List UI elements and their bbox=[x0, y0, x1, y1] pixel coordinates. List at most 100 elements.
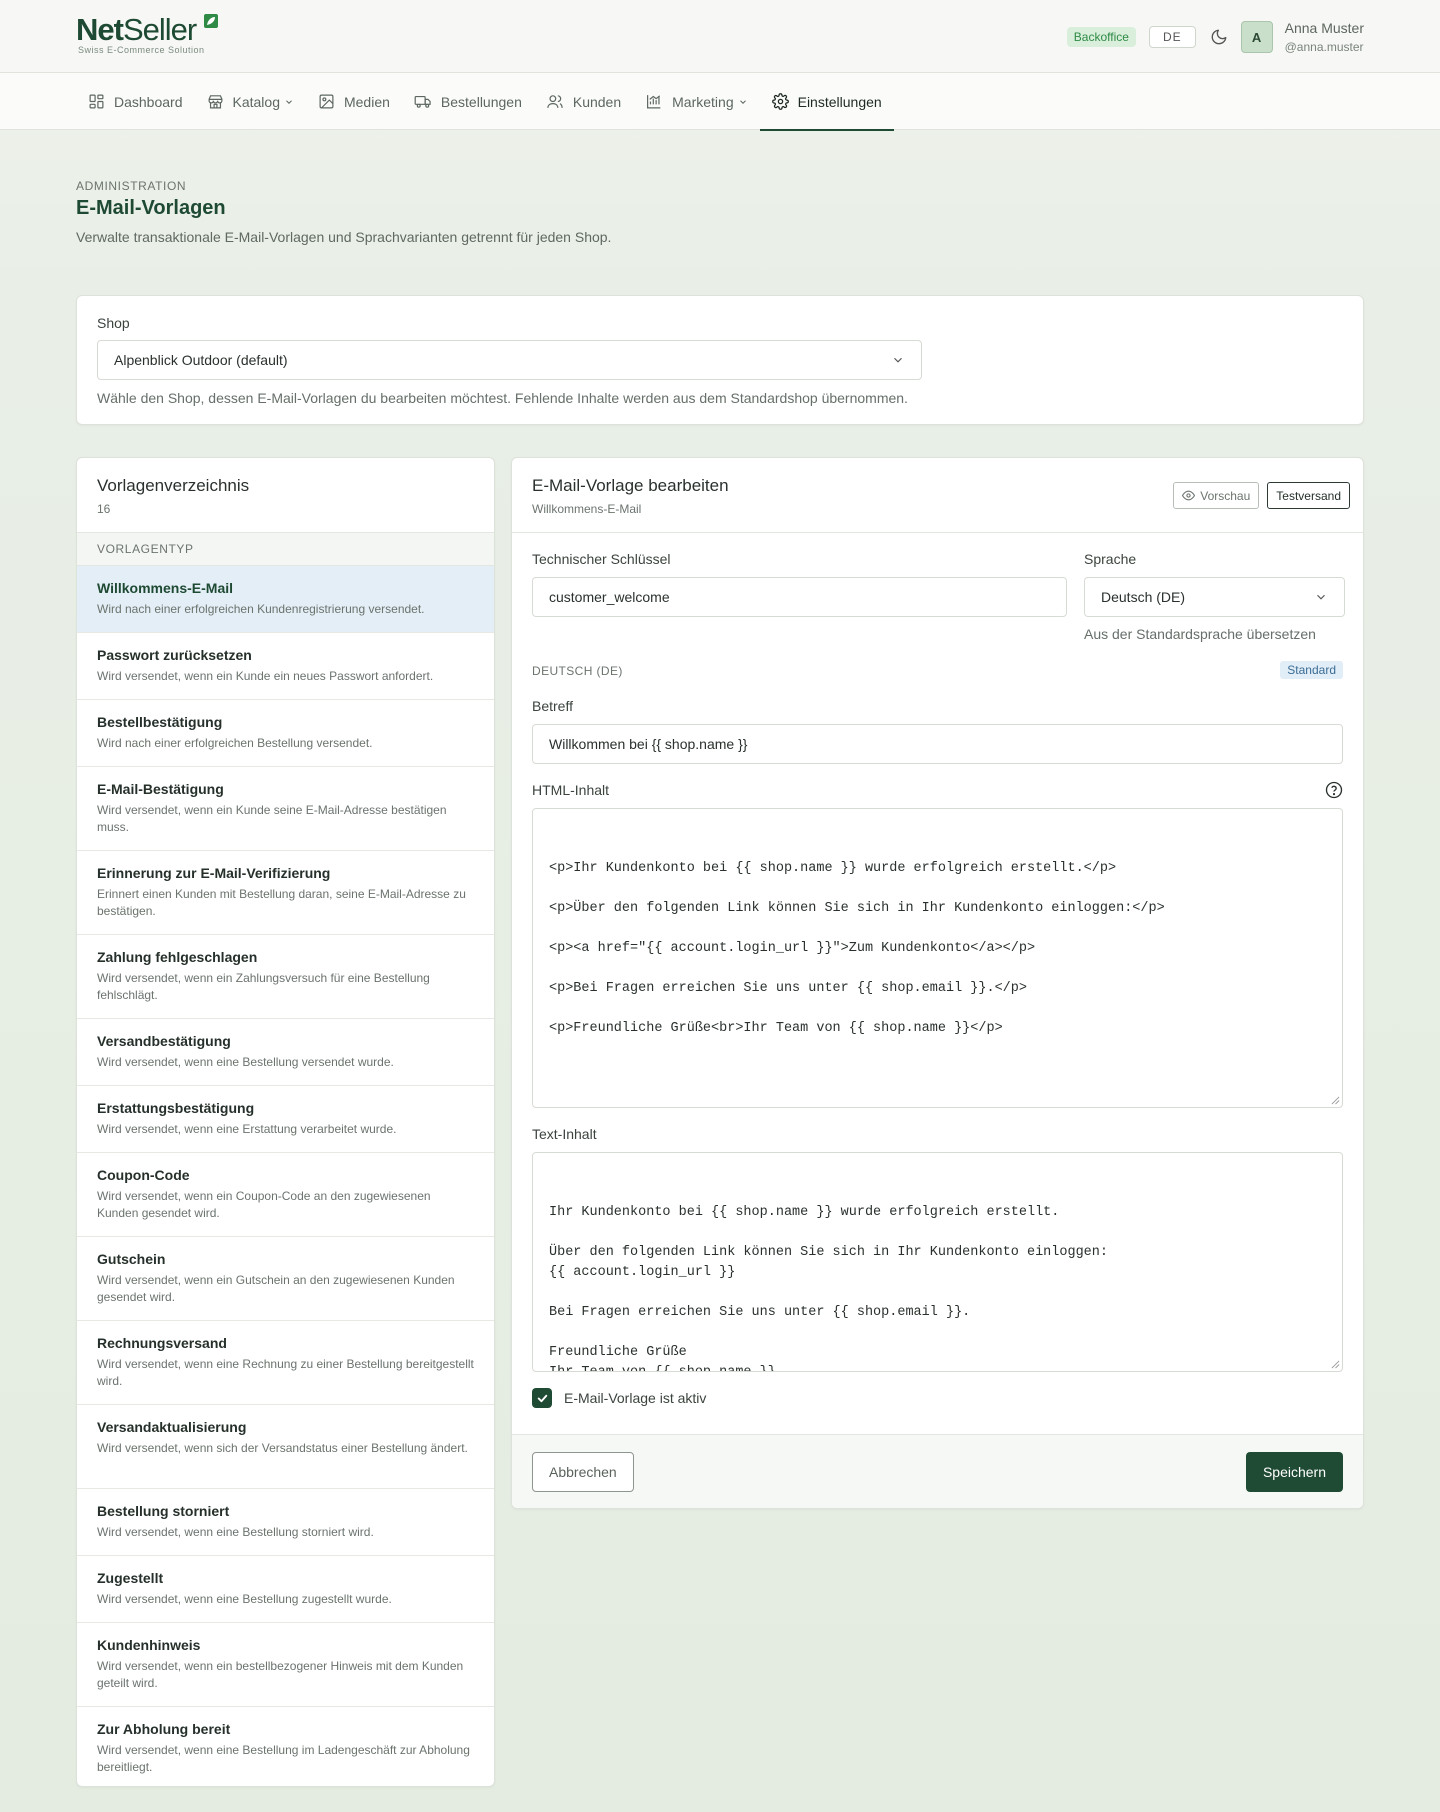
text-content-text: Ihr Kundenkonto bei {{ shop.name }} wurd… bbox=[549, 1205, 1108, 1371]
html-content-editor[interactable]: <p>Ihr Kundenkonto bei {{ shop.name }} w… bbox=[532, 808, 1343, 1108]
cancel-button[interactable]: Abbrechen bbox=[532, 1452, 634, 1492]
nav-item-katalog[interactable]: Katalog bbox=[195, 73, 306, 130]
template-list-item[interactable]: Versandaktualisierung Wird versendet, wen… bbox=[77, 1405, 494, 1489]
logo[interactable]: NetSeller Swiss E-Commerce Solution bbox=[76, 14, 218, 55]
shop-select[interactable]: Alpenblick Outdoor (default) bbox=[97, 340, 922, 380]
shop-help-text: Wähle den Shop, dessen E-Mail-Vorlagen d… bbox=[97, 390, 908, 406]
preview-button[interactable]: Vorschau bbox=[1173, 482, 1260, 509]
page-description: Verwalte transaktionale E-Mail-Vorlagen … bbox=[76, 229, 612, 245]
editor-footer: Abbrechen Speichern bbox=[512, 1434, 1363, 1508]
template-description: Wird nach einer erfolgreichen Kundenregi… bbox=[97, 602, 425, 616]
nav-item-medien[interactable]: Medien bbox=[306, 73, 402, 130]
template-description: Wird versendet, wenn eine Bestellung sto… bbox=[97, 1525, 374, 1539]
template-name: Kundenhinweis bbox=[97, 1637, 201, 1653]
resize-handle-icon[interactable] bbox=[1331, 1360, 1340, 1369]
template-list-item[interactable]: Versandbestätigung Wird versendet, wenn e… bbox=[77, 1019, 494, 1086]
users-icon bbox=[547, 95, 563, 108]
nav-label: Medien bbox=[343, 93, 390, 110]
template-name: Gutschein bbox=[97, 1251, 166, 1267]
language-label: Sprache bbox=[1084, 551, 1137, 567]
shop-label: Shop bbox=[97, 315, 130, 331]
nav-item-kunden[interactable]: Kunden bbox=[534, 73, 633, 130]
template-editor: E-Mail-Vorlage bearbeiten Willkommens-E-… bbox=[511, 457, 1364, 1509]
template-description: Wird versendet, wenn eine Bestellung ver… bbox=[97, 1055, 394, 1069]
template-list-item[interactable]: Bestellung storniert Wird versendet, wenn… bbox=[77, 1489, 494, 1556]
user-info[interactable]: Anna Muster @anna.muster bbox=[1285, 18, 1364, 56]
translate-link[interactable]: Aus der Standardsprache übersetzen bbox=[1084, 626, 1316, 642]
subject-input[interactable]: Willkommen bei {{ shop.name }} bbox=[532, 724, 1343, 764]
template-list-item[interactable]: Passwort zurücksetzen Wird versendet, wen… bbox=[77, 633, 494, 700]
shop-select-value: Alpenblick Outdoor (default) bbox=[114, 352, 288, 368]
text-content-label: Text-Inhalt bbox=[532, 1126, 597, 1142]
template-list-item[interactable]: Kundenhinweis Wird versendet, wenn ein be… bbox=[77, 1623, 494, 1707]
template-name: Zugestellt bbox=[97, 1570, 164, 1586]
template-name: Zur Abholung bereit bbox=[97, 1721, 231, 1737]
active-label: E-Mail-Vorlage ist aktiv bbox=[564, 1390, 707, 1406]
template-description: Wird versendet, wenn eine Bestellung im … bbox=[97, 1743, 470, 1774]
moon-icon[interactable] bbox=[1209, 27, 1229, 47]
template-list-item[interactable]: Zahlung fehlgeschlagen Wird versendet, we… bbox=[77, 935, 494, 1019]
language-select-value: Deutsch (DE) bbox=[1101, 589, 1186, 605]
template-name: Versandaktualisierung bbox=[97, 1419, 247, 1435]
template-description: Wird nach einer erfolgreichen Bestellung… bbox=[97, 736, 373, 750]
template-directory-title: Vorlagenverzeichnis bbox=[97, 476, 250, 495]
template-list-item[interactable]: Erinnerung zur E-Mail-Verifizierung Erinn… bbox=[77, 851, 494, 935]
active-checkbox[interactable] bbox=[532, 1388, 552, 1408]
check-icon bbox=[537, 1394, 547, 1402]
template-list-item[interactable]: Zur Abholung bereit Wird versendet, wenn … bbox=[77, 1707, 494, 1786]
template-directory-header: Vorlagenverzeichnis 16 bbox=[77, 458, 494, 533]
template-name: Willkommens-E-Mail bbox=[97, 580, 234, 596]
nav-item-einstellungen[interactable]: Einstellungen bbox=[759, 73, 894, 131]
template-name: Erinnerung zur E-Mail-Verifizierung bbox=[97, 865, 331, 881]
template-description: Wird versendet, wenn ein Coupon-Code an … bbox=[97, 1189, 431, 1220]
nav-item-bestellungen[interactable]: Bestellungen bbox=[402, 73, 534, 130]
chevron-down-icon bbox=[894, 357, 902, 363]
active-toggle[interactable]: E-Mail-Vorlage ist aktiv bbox=[532, 1388, 706, 1408]
language-select[interactable]: Deutsch (DE) bbox=[1084, 577, 1345, 617]
template-name: Zahlung fehlgeschlagen bbox=[97, 949, 258, 965]
template-list-item[interactable]: E-Mail-Bestätigung Wird versendet, wenn e… bbox=[77, 767, 494, 851]
template-list-item[interactable]: Zugestellt Wird versendet, wenn eine Best… bbox=[77, 1556, 494, 1623]
resize-handle-icon[interactable] bbox=[1331, 1096, 1340, 1105]
page-title: E-Mail-Vorlagen bbox=[76, 197, 226, 219]
nav-item-dashboard[interactable]: Dashboard bbox=[76, 73, 195, 130]
template-description: Wird versendet, wenn eine Erstattung ver… bbox=[97, 1122, 397, 1136]
test-send-button[interactable]: Testversand bbox=[1267, 482, 1350, 509]
template-description: Wird versendet, wenn eine Rechnung zu ei… bbox=[97, 1357, 474, 1388]
store-icon bbox=[208, 95, 222, 109]
template-name: Coupon-Code bbox=[97, 1167, 190, 1183]
image-icon bbox=[319, 94, 334, 109]
eye-icon bbox=[1182, 490, 1196, 501]
template-name: Erstattungsbestätigung bbox=[97, 1100, 255, 1116]
template-description: Wird versendet, wenn ein Kunde seine E-M… bbox=[97, 803, 447, 834]
nav-item-marketing[interactable]: Marketing bbox=[633, 73, 759, 130]
help-icon[interactable] bbox=[1325, 781, 1343, 799]
leaf-icon bbox=[204, 14, 218, 28]
template-name: E-Mail-Bestätigung bbox=[97, 781, 224, 797]
truck-icon bbox=[414, 95, 431, 108]
template-type-header: VORLAGENTYP bbox=[77, 533, 494, 566]
nav-label: Marketing bbox=[672, 93, 734, 110]
template-description: Erinnert einen Kunden mit Bestellung dar… bbox=[97, 887, 466, 918]
template-list-item[interactable]: Rechnungsversand Wird versendet, wenn ein… bbox=[77, 1321, 494, 1405]
template-description: Wird versendet, wenn ein bestellbezogene… bbox=[97, 1659, 464, 1690]
template-description: Wird versendet, wenn ein Kunde ein neues… bbox=[97, 669, 434, 683]
page-header: ADMINISTRATION E-Mail-Vorlagen Verwalte … bbox=[76, 179, 611, 245]
template-list-item[interactable]: Gutschein Wird versendet, wenn ein Gutsch… bbox=[77, 1237, 494, 1321]
template-list-item[interactable]: Erstattungsbestätigung Wird versendet, we… bbox=[77, 1086, 494, 1153]
key-input[interactable]: customer_welcome bbox=[532, 577, 1067, 617]
template-list-item[interactable]: Bestellbestätigung Wird nach einer erfolg… bbox=[77, 700, 494, 767]
template-list-item[interactable]: Willkommens-E-Mail Wird nach einer erfolg… bbox=[77, 566, 494, 633]
save-button[interactable]: Speichern bbox=[1245, 1452, 1343, 1492]
chevron-down-icon bbox=[739, 99, 746, 104]
template-list-item[interactable]: Coupon-Code Wird versendet, wenn ein Coup… bbox=[77, 1153, 494, 1237]
chevron-down-icon bbox=[1317, 594, 1325, 600]
avatar[interactable]: A bbox=[1240, 21, 1273, 53]
language-switcher[interactable]: DE bbox=[1148, 26, 1196, 48]
backoffice-badge: Backoffice bbox=[1066, 27, 1136, 47]
template-description: Wird versendet, wenn eine Bestellung zug… bbox=[97, 1592, 392, 1606]
text-content-editor[interactable]: Ihr Kundenkonto bei {{ shop.name }} wurd… bbox=[532, 1152, 1343, 1372]
template-name: Bestellung storniert bbox=[97, 1503, 230, 1519]
template-name: Versandbestätigung bbox=[97, 1033, 231, 1049]
html-content-label: HTML-Inhalt bbox=[532, 782, 610, 798]
